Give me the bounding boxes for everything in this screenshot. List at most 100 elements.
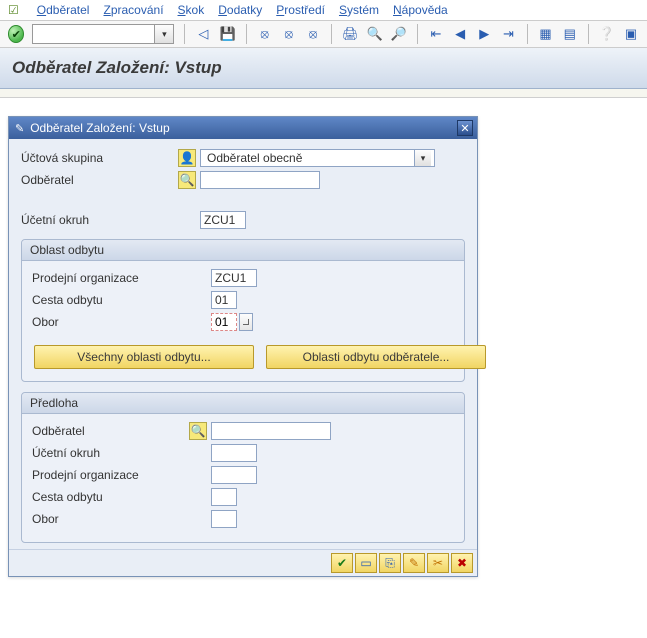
separator	[588, 24, 589, 44]
menu-napoveda[interactable]: Nápověda	[393, 3, 448, 17]
dialog-title-text: Odběratel Založení: Vstup	[30, 121, 457, 135]
dialog-close-button[interactable]: ✕	[457, 120, 473, 136]
division-f4-button[interactable]	[239, 313, 253, 331]
label-sales-org: Prodejní organizace	[32, 271, 187, 285]
tmpl-row-company-code: Účetní okruh	[32, 444, 454, 462]
menu-toggle-icon[interactable]: ☑	[8, 3, 19, 17]
dialog-body: Účtová skupina 👤 Odběratel obecně ▾ Odbě…	[9, 139, 477, 549]
separator	[417, 24, 418, 44]
menu-odberatel[interactable]: Odběratel	[37, 3, 90, 17]
group-template: Předloha Odběratel 🔍 Účetní okruh	[21, 392, 465, 543]
tmpl-customer-input[interactable]	[211, 422, 331, 440]
dialog-titlebar[interactable]: ✎ Odběratel Založení: Vstup ✕	[9, 117, 477, 139]
command-field[interactable]: ▾	[32, 24, 174, 44]
tmpl-customer-search-icon-box[interactable]: 🔍	[187, 422, 209, 440]
chevron-down-icon[interactable]: ▾	[414, 150, 431, 166]
find-icon[interactable]: 🔍	[367, 25, 383, 43]
sales-org-input[interactable]	[211, 269, 257, 287]
menu-dodatky[interactable]: Dodatky	[218, 3, 262, 17]
nav-cancel-icon[interactable]: ⦻	[305, 25, 321, 43]
nav-exit-icon[interactable]: ⦻	[281, 25, 297, 43]
search-icon: 🔍	[178, 171, 196, 189]
command-input[interactable]	[33, 26, 154, 42]
dialog-icon: ✎	[15, 122, 24, 135]
all-sales-areas-button[interactable]: Všechny oblasti odbytu...	[34, 345, 254, 369]
help-icon[interactable]: ❔	[599, 25, 615, 43]
label-customer: Odběratel	[21, 173, 176, 187]
tmpl-label-division: Obor	[32, 512, 187, 526]
label-division: Obor	[32, 315, 187, 329]
footer-edit-button[interactable]: ✎	[403, 553, 425, 573]
tmpl-dist-channel-input[interactable]	[211, 488, 237, 506]
tmpl-label-company-code: Účetní okruh	[32, 446, 187, 460]
menu-system[interactable]: Systém	[339, 3, 379, 17]
dialog-window: ✎ Odběratel Založení: Vstup ✕ Účtová sku…	[8, 116, 478, 577]
tmpl-sales-org-input[interactable]	[211, 466, 257, 484]
footer-ok-button[interactable]: ✔	[331, 553, 353, 573]
customer-input[interactable]	[200, 171, 320, 189]
separator	[184, 24, 185, 44]
tmpl-row-sales-org: Prodejní organizace	[32, 466, 454, 484]
row-company-code: Účetní okruh	[21, 211, 465, 229]
footer-address-button[interactable]: ▭	[355, 553, 377, 573]
account-group-value: Odběratel obecně	[204, 151, 414, 165]
row-division: Obor	[32, 313, 454, 331]
label-account-group: Účtová skupina	[21, 151, 176, 165]
group-sales-area: Oblast odbytu Prodejní organizace Cesta …	[21, 239, 465, 382]
tmpl-division-input[interactable]	[211, 510, 237, 528]
row-customer: Odběratel 🔍	[21, 171, 465, 189]
dialog-footer: ✔ ▭ ⎘ ✎ ✂ ✖	[9, 549, 477, 576]
menu-zpracovani[interactable]: Zpracování	[103, 3, 163, 17]
footer-copy-button[interactable]: ⎘	[379, 553, 401, 573]
page-title: Odběratel Založení: Vstup	[12, 58, 635, 78]
next-page-icon[interactable]: ▶	[476, 25, 492, 43]
row-sales-org: Prodejní organizace	[32, 269, 454, 287]
command-history-drop[interactable]: ▾	[154, 25, 173, 43]
local-layout-icon[interactable]: ▣	[623, 25, 639, 43]
prev-page-icon[interactable]: ◀	[452, 25, 468, 43]
menu-skok[interactable]: Skok	[178, 3, 205, 17]
content-area: ✎ Odběratel Založení: Vstup ✕ Účtová sku…	[0, 98, 647, 585]
sub-toolbar	[0, 89, 647, 98]
tmpl-company-code-input[interactable]	[211, 444, 257, 462]
person-icon: 👤	[178, 149, 196, 167]
tmpl-row-dist-channel: Cesta odbytu	[32, 488, 454, 506]
row-dist-channel: Cesta odbytu	[32, 291, 454, 309]
separator	[331, 24, 332, 44]
group-sales-area-title: Oblast odbytu	[22, 240, 464, 261]
find-next-icon[interactable]: 🔎	[391, 25, 407, 43]
menubar: ☑ Odběratel Zpracování Skok Dodatky Pros…	[0, 0, 647, 21]
label-dist-channel: Cesta odbytu	[32, 293, 187, 307]
label-company-code: Účetní okruh	[21, 213, 176, 227]
footer-cancel-button[interactable]: ✖	[451, 553, 473, 573]
account-group-pre-icon[interactable]: 👤	[176, 149, 198, 167]
dist-channel-input[interactable]	[211, 291, 237, 309]
menu-prostredi[interactable]: Prostředí	[276, 3, 325, 17]
tmpl-row-customer: Odběratel 🔍	[32, 422, 454, 440]
row-account-group: Účtová skupina 👤 Odběratel obecně ▾	[21, 149, 465, 167]
save-icon[interactable]: 💾	[219, 25, 235, 43]
layout-icon-1[interactable]: ▦	[537, 25, 553, 43]
account-group-combo[interactable]: Odběratel obecně ▾	[200, 149, 435, 167]
layout-icon-2[interactable]: ▤	[562, 25, 578, 43]
print-icon[interactable]: 🖨	[342, 25, 359, 43]
back-icon[interactable]: ◁	[195, 25, 211, 43]
division-input[interactable]	[211, 313, 237, 331]
app-toolbar: ✔ ▾ ◁ 💾 ⦻ ⦻ ⦻ 🖨 🔍 🔎 ⇤ ◀ ▶ ⇥ ▦ ▤ ❔ ▣	[0, 21, 647, 48]
nav-back-icon[interactable]: ⦻	[257, 25, 273, 43]
group-template-title: Předloha	[22, 393, 464, 414]
separator	[246, 24, 247, 44]
enter-button[interactable]: ✔	[8, 25, 24, 43]
page-title-area: Odběratel Založení: Vstup	[0, 48, 647, 89]
separator	[527, 24, 528, 44]
tmpl-label-sales-org: Prodejní organizace	[32, 468, 187, 482]
footer-cut-button[interactable]: ✂	[427, 553, 449, 573]
last-page-icon[interactable]: ⇥	[500, 25, 516, 43]
tmpl-label-dist-channel: Cesta odbytu	[32, 490, 187, 504]
company-code-input[interactable]	[200, 211, 246, 229]
customer-search-icon-box[interactable]: 🔍	[176, 171, 198, 189]
tmpl-label-customer: Odběratel	[32, 424, 187, 438]
customer-sales-areas-button[interactable]: Oblasti odbytu odběratele...	[266, 345, 486, 369]
first-page-icon[interactable]: ⇤	[428, 25, 444, 43]
tmpl-row-division: Obor	[32, 510, 454, 528]
